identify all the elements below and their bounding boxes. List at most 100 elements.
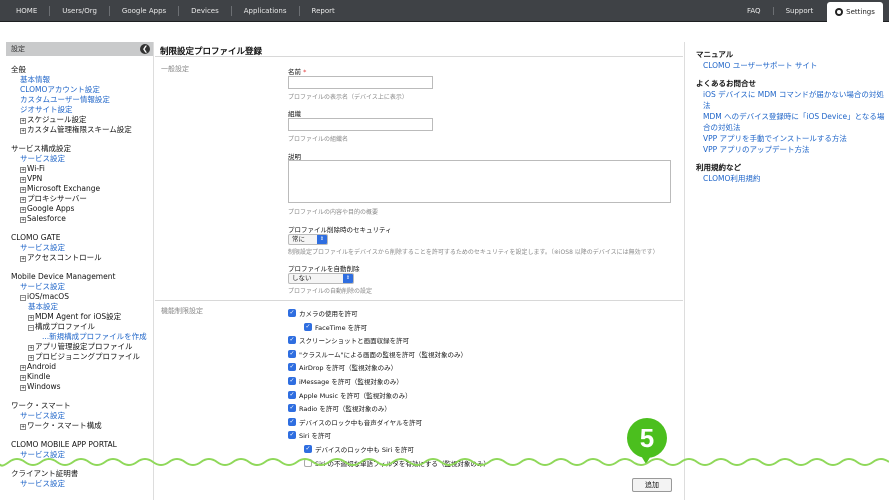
restriction-checkbox[interactable]: ✓ iMessage を許可（監視対象のみ） (288, 376, 403, 386)
sidebar-section-title: CLOMO GATE (11, 233, 61, 242)
sidebar-item[interactable]: + プロビジョニングプロファイル (6, 352, 153, 362)
sidebar-item[interactable]: + Microsoft Exchange (6, 184, 153, 194)
sidebar-item[interactable]: − 構成プロファイル (6, 322, 153, 332)
autodelete-select[interactable]: しない ⇕ (288, 273, 354, 284)
collapse-icon[interactable]: − (28, 325, 34, 331)
expand-icon[interactable]: + (28, 315, 34, 321)
sidebar-link[interactable]: サービス設定 (6, 450, 153, 460)
collapse-icon[interactable]: − (20, 295, 26, 301)
expand-icon[interactable]: + (20, 365, 26, 371)
sidebar-item[interactable]: + Salesforce (6, 214, 153, 224)
checkbox-unchecked-icon[interactable] (304, 458, 312, 467)
expand-icon[interactable]: + (20, 197, 26, 203)
checkbox-checked-icon[interactable]: ✓ (288, 363, 296, 372)
nav-devices[interactable]: Devices (179, 6, 232, 16)
restriction-checkbox[interactable]: ✓ Radio を許可（監視対象のみ） (288, 403, 391, 413)
sidebar-item[interactable]: + VPN (6, 174, 153, 184)
expand-icon[interactable]: + (20, 424, 26, 430)
nav-report[interactable]: Report (300, 6, 347, 16)
faq-link[interactable]: iOS デバイスに MDM コマンドが届かない場合の対処法 (696, 89, 886, 111)
manual-link[interactable]: CLOMO ユーザーサポート サイト (696, 60, 886, 71)
checkbox-checked-icon[interactable]: ✓ (288, 390, 296, 399)
sidebar-link[interactable]: サービス設定 (6, 479, 153, 489)
checkbox-checked-icon[interactable]: ✓ (288, 336, 296, 345)
nav-support[interactable]: Support (774, 7, 826, 15)
checkbox-checked-icon[interactable]: ✓ (288, 349, 296, 358)
checkbox-checked-icon[interactable]: ✓ (304, 322, 312, 331)
restriction-checkbox[interactable]: ✓ デバイスのロック中も Siri を許可 (304, 444, 414, 454)
sidebar-link[interactable]: ...新規構成プロファイルを作成 (6, 332, 153, 342)
sidebar-link[interactable]: サービス設定 (6, 154, 153, 164)
checkbox-checked-icon[interactable]: ✓ (288, 431, 296, 440)
checkbox-checked-icon[interactable]: ✓ (288, 309, 296, 317)
sidebar-section: ワーク・スマート サービス設定 + ワーク・スマート構成 (6, 401, 153, 431)
sidebar-item[interactable]: + Android (6, 362, 153, 372)
sidebar-item[interactable]: + プロキシサーバー (6, 194, 153, 204)
sidebar-item[interactable]: + Google Apps (6, 204, 153, 214)
sidebar-item[interactable]: + アプリ管理設定プロファイル (6, 342, 153, 352)
sidebar-link[interactable]: サービス設定 (6, 411, 153, 421)
checkbox-label: Siri の不適切な単語フィルタを有効にする（監視対象のみ） (315, 459, 490, 468)
expand-icon[interactable]: + (28, 345, 34, 351)
expand-icon[interactable]: + (20, 375, 26, 381)
collapse-sidebar-icon[interactable]: ❮ (140, 44, 150, 54)
sidebar-item[interactable]: + Kindle (6, 372, 153, 382)
sidebar-link[interactable]: 基本情報 (6, 75, 153, 85)
restriction-checkbox[interactable]: ✓ スクリーンショットと画面収録を許可 (288, 335, 409, 345)
sidebar-item[interactable]: + スケジュール設定 (6, 115, 153, 125)
sidebar-link[interactable]: サービス設定 (6, 243, 153, 253)
sidebar-link[interactable]: カスタムユーザー情報設定 (6, 95, 153, 105)
nav-google-apps[interactable]: Google Apps (110, 6, 180, 16)
sidebar-item[interactable]: − iOS/macOS (6, 292, 153, 302)
restriction-checkbox[interactable]: ✓ Apple Music を許可（監視対象のみ） (288, 390, 412, 400)
expand-icon[interactable]: + (20, 207, 26, 213)
expand-icon[interactable]: + (20, 217, 26, 223)
sidebar-link[interactable]: サービス設定 (6, 282, 153, 292)
faq-link[interactable]: VPP アプリのアップデート方法 (696, 144, 886, 155)
sidebar-item[interactable]: + Windows (6, 382, 153, 392)
org-input[interactable] (288, 118, 433, 131)
restriction-checkbox[interactable]: ✓ カメラの使用を許可 (288, 308, 358, 318)
nav-settings-tab[interactable]: Settings (827, 2, 883, 22)
restriction-checkbox[interactable]: ✓ FaceTime を許可 (304, 322, 367, 332)
sidebar-link[interactable]: ジオサイト設定 (6, 105, 153, 115)
faq-link[interactable]: MDM へのデバイス登録時に「iOS Device」となる場合の対処法 (696, 111, 886, 133)
sidebar-item[interactable]: + Wi-Fi (6, 164, 153, 174)
sidebar-item[interactable]: + MDM Agent for iOS設定 (6, 312, 153, 322)
checkbox-checked-icon[interactable]: ✓ (288, 377, 296, 385)
sidebar-item[interactable]: + カスタム管理権限スキーム設定 (6, 125, 153, 135)
security-hint: 制限設定プロファイルをデバイスから削除することを許可するためのセキュリティを設定… (288, 249, 659, 256)
name-input[interactable] (288, 76, 433, 89)
faq-link[interactable]: VPP アプリを手動でインストールする方法 (696, 133, 886, 144)
expand-icon[interactable]: + (20, 187, 26, 193)
description-textarea[interactable] (288, 160, 671, 203)
nav-faq[interactable]: FAQ (735, 7, 774, 15)
add-button[interactable]: 追加 (632, 478, 672, 492)
sidebar-link[interactable]: 基本設定 (6, 302, 153, 312)
expand-icon[interactable]: + (20, 256, 26, 262)
sidebar-item[interactable]: + アクセスコントロール (6, 253, 153, 263)
restriction-checkbox[interactable]: ✓ デバイスのロック中も音声ダイヤルを許可 (288, 417, 422, 427)
checkbox-label: カメラの使用を許可 (299, 310, 358, 318)
checkbox-checked-icon[interactable]: ✓ (288, 417, 296, 426)
nav-users-org[interactable]: Users/Org (50, 6, 110, 16)
restriction-checkbox[interactable]: Siri の不適切な単語フィルタを有効にする（監視対象のみ） (304, 458, 490, 468)
expand-icon[interactable]: + (20, 128, 26, 134)
restriction-checkbox[interactable]: ✓ AirDrop を許可（監視対象のみ） (288, 362, 397, 372)
restriction-checkbox[interactable]: ✓ Siri を許可 (288, 430, 331, 440)
restriction-checkbox[interactable]: ✓ "クラスルーム"による画面の監視を許可（監視対象のみ） (288, 349, 467, 359)
sidebar-item[interactable]: + ワーク・スマート構成 (6, 421, 153, 431)
expand-icon[interactable]: + (20, 385, 26, 391)
security-select[interactable]: 常に ⇕ (288, 234, 328, 245)
sidebar-link[interactable]: CLOMOアカウント設定 (6, 85, 153, 95)
sidebar-row-label: サービス設定 (20, 154, 65, 163)
expand-icon[interactable]: + (28, 355, 34, 361)
nav-applications[interactable]: Applications (232, 6, 300, 16)
expand-icon[interactable]: + (20, 118, 26, 124)
expand-icon[interactable]: + (20, 177, 26, 183)
nav-home[interactable]: HOME (4, 6, 51, 16)
checkbox-checked-icon[interactable]: ✓ (288, 404, 296, 413)
checkbox-checked-icon[interactable]: ✓ (304, 445, 312, 453)
terms-link[interactable]: CLOMO利用規約 (696, 173, 886, 184)
expand-icon[interactable]: + (20, 167, 26, 173)
